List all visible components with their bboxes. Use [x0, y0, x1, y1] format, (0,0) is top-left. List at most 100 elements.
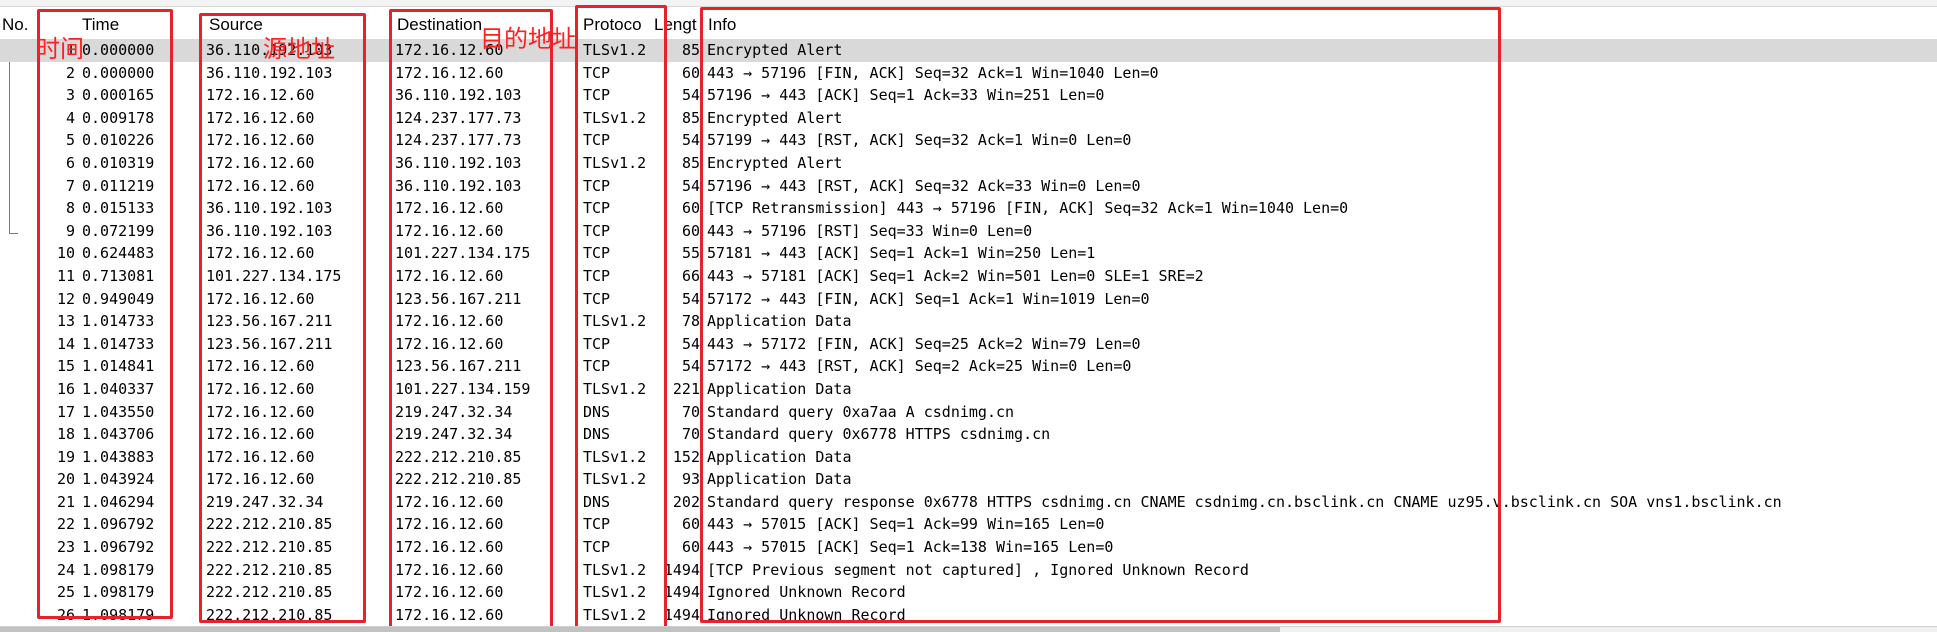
- packet-row[interactable]: 5 0.010226 172.16.12.60 124.237.177.73 TCP 54…: [0, 129, 1937, 152]
- column-header-time[interactable]: Time: [82, 15, 172, 35]
- packet-row[interactable]: 17 1.043550 172.16.12.60 219.247.32.34 DNS 70…: [0, 401, 1937, 424]
- packet-source: 172.16.12.60: [206, 108, 315, 127]
- packet-length: 54: [681, 86, 700, 105]
- packet-row[interactable]: 3 0.000165 172.16.12.60 36.110.192.103 TCP 54…: [0, 84, 1937, 107]
- packet-number: 26: [56, 605, 75, 624]
- packet-row[interactable]: 22 1.096792 222.212.210.85 172.16.12.60 TCP 6…: [0, 513, 1937, 536]
- packet-info: Standard query 0xa7aa A csdnimg.cn: [707, 402, 1015, 421]
- packet-row[interactable]: 18 1.043706 172.16.12.60 219.247.32.34 DNS 70…: [0, 423, 1937, 446]
- packet-row[interactable]: 19 1.043883 172.16.12.60 222.212.210.85 TLSv…: [0, 446, 1937, 469]
- packet-length: 60: [681, 199, 700, 218]
- packet-length: 66: [681, 266, 700, 285]
- column-header-no[interactable]: No.: [2, 15, 34, 35]
- packet-row[interactable]: 23 1.096792 222.212.210.85 172.16.12.60 TCP 6…: [0, 536, 1937, 559]
- packet-length: 60: [681, 538, 700, 557]
- packet-row[interactable]: 20 1.043924 172.16.12.60 222.212.210.85 TLSv…: [0, 468, 1937, 491]
- packet-destination: 172.16.12.60: [395, 312, 504, 331]
- packet-source: 172.16.12.60: [206, 402, 315, 421]
- packet-row[interactable]: 16 1.040337 172.16.12.60 101.227.134.159 TLS…: [0, 378, 1937, 401]
- packet-destination: 172.16.12.60: [395, 221, 504, 240]
- packet-row[interactable]: 6 0.010319 172.16.12.60 36.110.192.103 TLSv1…: [0, 152, 1937, 175]
- packet-number: 19: [56, 447, 75, 466]
- packet-time: 1.014841: [82, 357, 155, 376]
- packet-destination: 172.16.12.60: [395, 583, 504, 602]
- packet-number: 4: [65, 108, 75, 127]
- packet-number: 14: [56, 334, 75, 353]
- packet-length: 70: [681, 402, 700, 421]
- packet-number: 2: [65, 63, 75, 82]
- packet-length: 221: [672, 379, 700, 398]
- packet-row[interactable]: 7 0.011219 172.16.12.60 36.110.192.103 TCP 54…: [0, 175, 1937, 198]
- packet-source: 172.16.12.60: [206, 176, 315, 195]
- packet-length: 54: [681, 176, 700, 195]
- packet-number: 3: [65, 86, 75, 105]
- packet-time: 1.096792: [82, 515, 155, 534]
- packet-info: Encrypted Alert: [707, 153, 843, 172]
- packet-info: Application Data: [707, 447, 852, 466]
- packet-row[interactable]: 26 1.098179 222.212.210.85 172.16.12.60 TLSv…: [0, 604, 1937, 627]
- column-header-length[interactable]: Lengt: [654, 15, 700, 35]
- packet-list: 1 0.000000 36.110.192.103 172.16.12.60 TLSv1…: [0, 39, 1937, 626]
- packet-row[interactable]: 10 0.624483 172.16.12.60 101.227.134.175 TCP…: [0, 242, 1937, 265]
- packet-row[interactable]: 8 0.015133 36.110.192.103 172.16.12.60 TCP 60…: [0, 197, 1937, 220]
- packet-time: 1.014733: [82, 334, 155, 353]
- packet-number: 23: [56, 538, 75, 557]
- packet-time: 1.043924: [82, 470, 155, 489]
- packet-time: 1.098179: [82, 583, 155, 602]
- packet-destination: 36.110.192.103: [395, 153, 522, 172]
- packet-number: 8: [65, 199, 75, 218]
- packet-info: 57172 → 443 [RST, ACK] Seq=2 Ack=25 Win=…: [707, 357, 1132, 376]
- packet-number: 15: [56, 357, 75, 376]
- packet-number: 17: [56, 402, 75, 421]
- packet-row[interactable]: 21 1.046294 219.247.32.34 172.16.12.60 DNS 20…: [0, 491, 1937, 514]
- packet-source: 101.227.134.175: [206, 266, 342, 285]
- packet-destination: 172.16.12.60: [395, 266, 504, 285]
- packet-row[interactable]: 25 1.098179 222.212.210.85 172.16.12.60 TLSv…: [0, 581, 1937, 604]
- packet-row[interactable]: 12 0.949049 172.16.12.60 123.56.167.211 TCP 5…: [0, 288, 1937, 311]
- packet-source: 172.16.12.60: [206, 379, 315, 398]
- top-toolbar-edge: [0, 0, 1937, 7]
- packet-row[interactable]: 2 0.000000 36.110.192.103 172.16.12.60 TCP 60…: [0, 62, 1937, 85]
- packet-row[interactable]: 4 0.009178 172.16.12.60 124.237.177.73 TLSv1…: [0, 107, 1937, 130]
- packet-source: 222.212.210.85: [206, 515, 333, 534]
- annotation-source-label: 源地址: [263, 35, 335, 63]
- packet-info: Encrypted Alert: [707, 41, 843, 59]
- packet-length: 85: [681, 108, 700, 127]
- packet-info: 443 → 57196 [FIN, ACK] Seq=32 Ack=1 Win=…: [707, 63, 1159, 82]
- packet-row[interactable]: 24 1.098179 222.212.210.85 172.16.12.60 TLSv…: [0, 559, 1937, 582]
- packet-time: 1.043550: [82, 402, 155, 421]
- packet-time: 1.043706: [82, 425, 155, 444]
- column-header-info[interactable]: Info: [708, 15, 828, 35]
- packet-row[interactable]: 11 0.713081 101.227.134.175 172.16.12.60 TCP…: [0, 265, 1937, 288]
- packet-info: Ignored Unknown Record: [707, 605, 906, 624]
- packet-number: 9: [65, 221, 75, 240]
- packet-destination: 172.16.12.60: [395, 334, 504, 353]
- packet-length: 60: [681, 221, 700, 240]
- horizontal-scrollbar-thumb[interactable]: [0, 627, 1280, 632]
- packet-number: 24: [56, 560, 75, 579]
- packet-destination: 172.16.12.60: [395, 492, 504, 511]
- packet-time: 1.043883: [82, 447, 155, 466]
- column-header-destination[interactable]: Destination: [397, 15, 487, 35]
- packet-info: 443 → 57196 [RST] Seq=33 Win=0 Len=0: [707, 221, 1033, 240]
- packet-row[interactable]: 9 0.072199 36.110.192.103 172.16.12.60 TCP 60…: [0, 220, 1937, 243]
- packet-row[interactable]: 15 1.014841 172.16.12.60 123.56.167.211 TCP 5…: [0, 355, 1937, 378]
- packet-length: 55: [681, 244, 700, 263]
- packet-row[interactable]: 13 1.014733 123.56.167.211 172.16.12.60 TLSv…: [0, 310, 1937, 333]
- packet-destination: 222.212.210.85: [395, 470, 522, 489]
- column-header-protocol[interactable]: Protoco: [583, 15, 650, 35]
- packet-destination: 219.247.32.34: [395, 425, 513, 444]
- packet-destination: 222.212.210.85: [395, 447, 522, 466]
- packet-number: 16: [56, 379, 75, 398]
- horizontal-scrollbar[interactable]: [0, 626, 1937, 632]
- packet-row[interactable]: 14 1.014733 123.56.167.211 172.16.12.60 TCP 5…: [0, 333, 1937, 356]
- packet-length: 93: [681, 470, 700, 489]
- packet-time: 0.072199: [82, 221, 155, 240]
- packet-number: 18: [56, 425, 75, 444]
- packet-list-window: No. Time Source Destination Protoco Leng…: [0, 0, 1937, 632]
- packet-source: 219.247.32.34: [206, 492, 324, 511]
- packet-destination: 101.227.134.175: [395, 244, 531, 263]
- packet-time: 1.098179: [82, 605, 155, 624]
- packet-info: 57172 → 443 [FIN, ACK] Seq=1 Ack=1 Win=1…: [707, 289, 1150, 308]
- packet-length: 54: [681, 334, 700, 353]
